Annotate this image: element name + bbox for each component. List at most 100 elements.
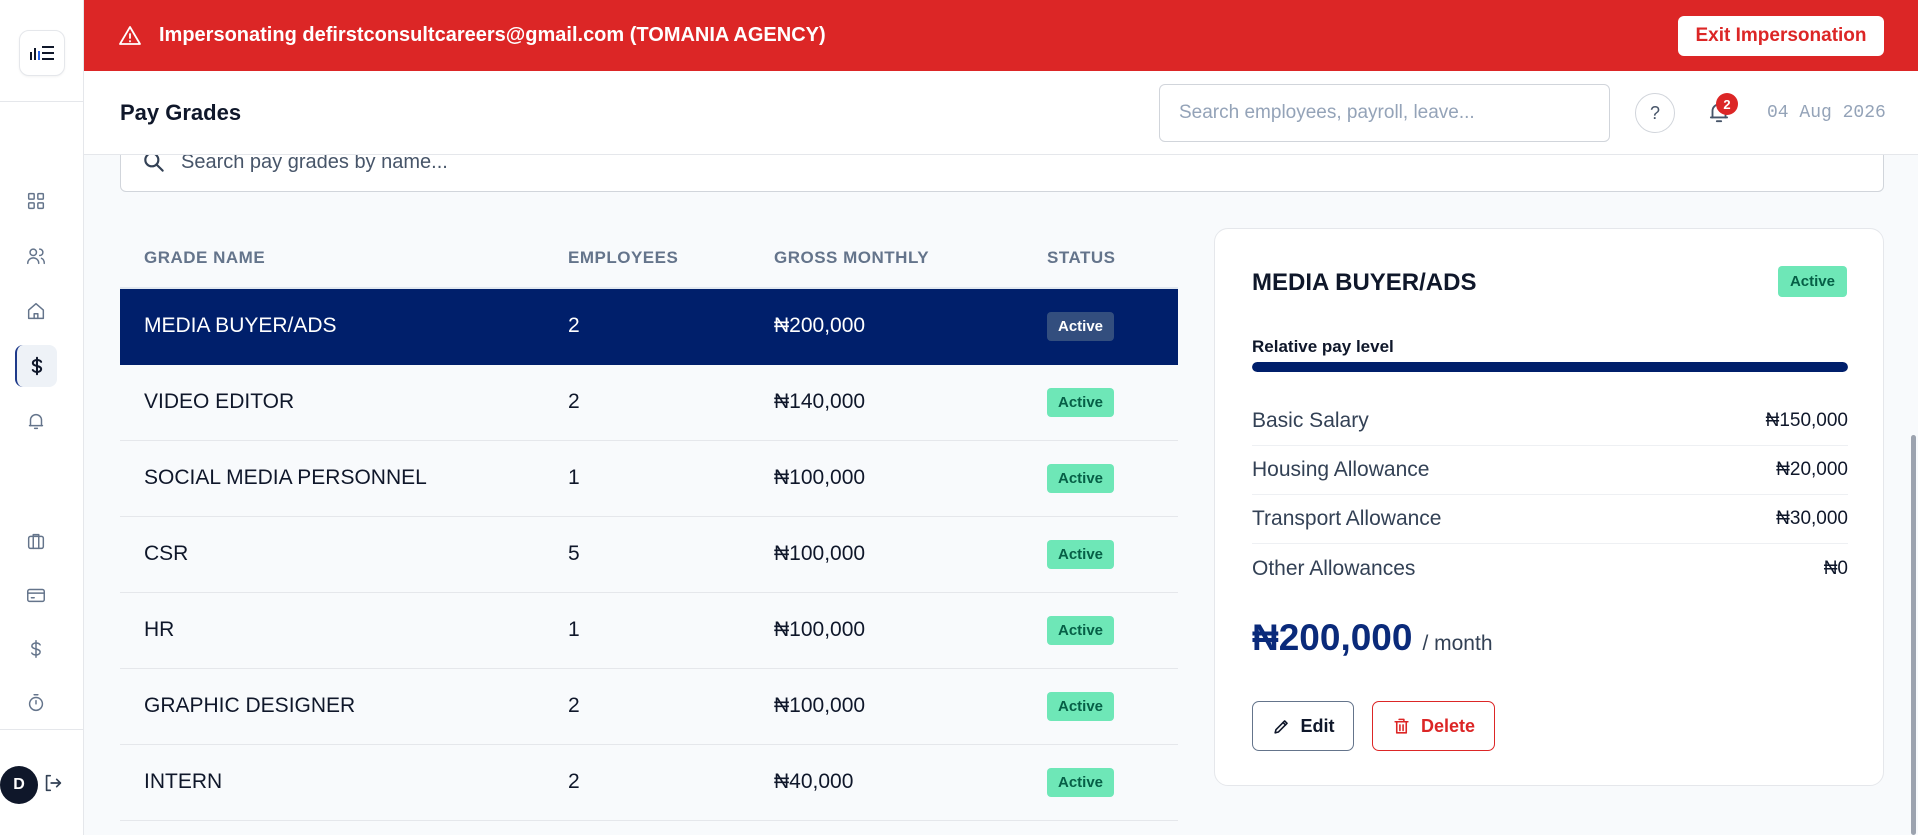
column-header-status[interactable]: STATUS	[1023, 228, 1178, 289]
sidebar-item-home[interactable]	[15, 290, 57, 332]
status-cell: Active	[1023, 668, 1178, 745]
impersonation-text: Impersonating defirstconsultcareers@gmai…	[159, 24, 826, 46]
pay-level-label: Relative pay level	[1252, 337, 1394, 356]
exit-impersonation-button[interactable]: Exit Impersonation	[1678, 16, 1884, 56]
table-row[interactable]: MEDIA BUYER/ADS 2 ₦200,000 Active	[120, 288, 1178, 365]
users-icon	[27, 248, 45, 265]
table-row[interactable]: VIDEO EDITOR 2 ₦140,000 Active	[120, 364, 1178, 441]
sidebar-item-payments[interactable]	[15, 574, 57, 616]
edit-label: Edit	[1300, 715, 1335, 736]
delete-button[interactable]: Delete	[1372, 701, 1495, 751]
sidebar-divider	[0, 101, 84, 102]
employees-cell: 2	[544, 744, 750, 821]
status-cell: Active	[1023, 516, 1178, 593]
sidebar-item-employees[interactable]	[15, 235, 57, 277]
logout-icon	[45, 774, 62, 792]
total-unit: / month	[1422, 632, 1493, 655]
app-logo[interactable]	[19, 30, 65, 76]
grade-name-cell: MEDIA BUYER/ADS	[120, 288, 544, 365]
sidebar-item-timesheet[interactable]	[15, 682, 57, 724]
edit-button[interactable]: Edit	[1252, 701, 1354, 751]
grade-name-cell: INTERN	[120, 744, 544, 821]
column-header-grade-name[interactable]: GRADE NAME	[120, 228, 544, 289]
dashboard-grid-icon	[27, 192, 45, 210]
list-item: Housing Allowance ₦20,000	[1252, 446, 1848, 495]
status-cell: Active	[1023, 288, 1178, 365]
status-badge: Active	[1047, 767, 1115, 797]
component-label: Other Allowances	[1252, 556, 1416, 580]
salary-components: Basic Salary ₦150,000 Housing Allowance …	[1252, 397, 1848, 593]
employees-cell: 2	[544, 364, 750, 441]
list-item: Transport Allowance ₦30,000	[1252, 495, 1848, 544]
list-item: Other Allowances ₦0	[1252, 544, 1848, 593]
status-badge: Active	[1047, 387, 1115, 417]
total-amount: ₦200,000	[1252, 617, 1413, 658]
status-badge: Active	[1047, 539, 1115, 569]
pay-grade-detail-panel: MEDIA BUYER/ADS Active Relative pay leve…	[1214, 228, 1884, 786]
component-value: ₦150,000	[1765, 410, 1848, 431]
status-cell: Active	[1023, 744, 1178, 821]
impersonation-banner: Impersonating defirstconsultcareers@gmai…	[84, 0, 1918, 71]
home-icon	[27, 302, 45, 320]
table-row[interactable]: SOCIAL MEDIA PERSONNEL 1 ₦100,000 Active	[120, 440, 1178, 517]
component-label: Basic Salary	[1252, 409, 1369, 432]
status-badge: Active	[1777, 266, 1847, 297]
detail-title: MEDIA BUYER/ADS	[1252, 269, 1477, 296]
sidebar-item-notifications[interactable]	[15, 400, 57, 442]
sidebar-divider	[0, 729, 84, 730]
gross-monthly-cell: ₦140,000	[750, 364, 1023, 441]
status-badge: Active	[1047, 311, 1115, 341]
logout-button[interactable]	[42, 772, 66, 796]
help-button[interactable]: ?	[1635, 93, 1675, 133]
pay-level-bar-fill	[1252, 362, 1848, 372]
avatar[interactable]: D	[0, 766, 38, 804]
grade-name-cell: VIDEO EDITOR	[120, 364, 544, 441]
employees-cell: 1	[544, 592, 750, 669]
page-scrollbar[interactable]	[1911, 435, 1916, 835]
list-item: Basic Salary ₦150,000	[1252, 397, 1848, 446]
timer-icon	[28, 694, 44, 712]
employees-cell: 1	[544, 440, 750, 517]
gross-monthly-cell: ₦100,000	[750, 592, 1023, 669]
grade-name-cell: SOCIAL MEDIA PERSONNEL	[120, 440, 544, 517]
current-date: 04 Aug 2026	[1767, 103, 1886, 123]
column-header-gross-monthly[interactable]: GROSS MONTHLY	[750, 228, 1023, 289]
sidebar-item-jobs[interactable]	[15, 520, 57, 562]
component-value: ₦30,000	[1776, 508, 1848, 529]
grade-name-cell: CSR	[120, 516, 544, 593]
sidebar: D	[0, 0, 84, 835]
bell-outline-icon	[28, 413, 44, 430]
status-cell: Active	[1023, 440, 1178, 517]
status-badge: Active	[1047, 691, 1115, 721]
pay-grades-table: GRADE NAME EMPLOYEES GROSS MONTHLY STATU…	[120, 228, 1178, 821]
dollar-icon	[31, 356, 43, 376]
employees-cell: 2	[544, 288, 750, 365]
dollar-icon	[31, 640, 41, 658]
global-search-input[interactable]	[1159, 84, 1610, 142]
table-row[interactable]: GRAPHIC DESIGNER 2 ₦100,000 Active	[120, 668, 1178, 745]
status-cell: Active	[1023, 364, 1178, 441]
table-row[interactable]: INTERN 2 ₦40,000 Active	[120, 744, 1178, 821]
pencil-icon	[1273, 719, 1288, 734]
briefcase-icon	[27, 533, 45, 550]
sidebar-item-pay-grades[interactable]	[15, 345, 57, 387]
grade-name-cell: HR	[120, 592, 544, 669]
table-row[interactable]: CSR 5 ₦100,000 Active	[120, 516, 1178, 593]
sidebar-item-dashboard[interactable]	[15, 180, 57, 222]
gross-monthly-cell: ₦200,000	[750, 288, 1023, 365]
component-label: Housing Allowance	[1252, 458, 1430, 481]
sidebar-item-payroll[interactable]	[15, 628, 57, 670]
status-cell: Active	[1023, 592, 1178, 669]
column-header-employees[interactable]: EMPLOYEES	[544, 228, 750, 289]
status-badge: Active	[1047, 615, 1115, 645]
component-label: Transport Allowance	[1252, 507, 1442, 530]
table-row[interactable]: HR 1 ₦100,000 Active	[120, 592, 1178, 669]
trash-icon	[1394, 718, 1409, 734]
gross-monthly-cell: ₦100,000	[750, 516, 1023, 593]
credit-card-icon	[27, 588, 45, 603]
grade-name-cell: GRAPHIC DESIGNER	[120, 668, 544, 745]
component-value: ₦0	[1823, 557, 1848, 579]
table-header-row: GRADE NAME EMPLOYEES GROSS MONTHLY STATU…	[120, 228, 1178, 289]
total-monthly: ₦200,000 / month	[1252, 617, 1493, 659]
